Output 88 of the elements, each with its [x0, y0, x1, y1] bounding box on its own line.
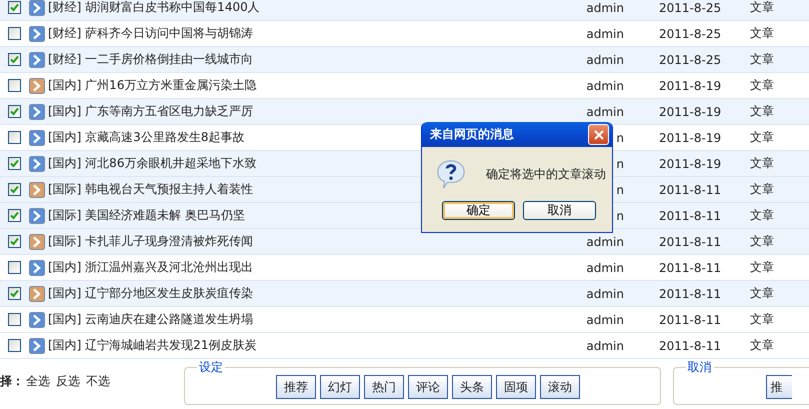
dialog-button[interactable]: 确定 [442, 201, 515, 220]
type-text: 文章 [750, 337, 774, 354]
action-button[interactable]: 推 [766, 375, 792, 399]
action-button[interactable]: 滚动 [540, 375, 580, 399]
checkbox[interactable] [8, 53, 21, 66]
author-text: admin [586, 338, 624, 352]
date-text: 2011-8-11 [659, 260, 722, 274]
checkbox[interactable] [8, 79, 21, 92]
article-title[interactable]: [国内] 云南迪庆在建公路隧道发生坍塌 [48, 311, 582, 328]
action-button[interactable]: 固项 [496, 375, 536, 399]
selection-label: 择： [0, 373, 24, 390]
checkbox[interactable] [8, 235, 21, 248]
selection-link[interactable]: 不选 [86, 373, 110, 390]
type-text: 文章 [750, 155, 774, 172]
date-text: 2011-8-19 [659, 156, 722, 170]
checkbox[interactable] [8, 313, 21, 326]
type-text: 文章 [750, 0, 774, 16]
article-title[interactable]: [国内] 辽宁海城岫岩共发现21例皮肤炭 [48, 337, 582, 354]
author-text: admin [586, 0, 624, 14]
type-text: 文章 [750, 285, 774, 302]
author-text: admin [586, 234, 624, 248]
arrow-icon [29, 0, 45, 16]
action-button[interactable]: 评论 [408, 375, 448, 399]
article-title[interactable]: [国际] 卡扎菲儿子现身澄清被炸死传闻 [48, 233, 582, 250]
date-text: 2011-8-25 [659, 52, 722, 66]
date-text: 2011-8-19 [659, 104, 722, 118]
author-text: admin [586, 286, 624, 300]
checkbox[interactable] [8, 183, 21, 196]
author-text: n [616, 208, 624, 222]
group-legend: 取消 [686, 359, 714, 375]
selection-link[interactable]: 全选 [26, 373, 50, 390]
checkbox[interactable] [8, 105, 21, 118]
action-button[interactable]: 幻灯 [320, 375, 360, 399]
date-text: 2011-8-11 [659, 182, 722, 196]
date-text: 2011-8-19 [659, 78, 722, 92]
dialog-title: 来自网页的消息 [430, 126, 514, 143]
author-text: n [616, 156, 624, 170]
type-text: 文章 [750, 129, 774, 146]
type-text: 文章 [750, 233, 774, 250]
date-text: 2011-8-11 [659, 286, 722, 300]
type-text: 文章 [750, 25, 774, 42]
close-icon [594, 130, 604, 140]
type-text: 文章 [750, 77, 774, 94]
article-title[interactable]: [财经] 萨科齐今日访问中国将与胡锦涛 [48, 25, 582, 42]
dialog-message: 确定将选中的文章滚动 [486, 166, 606, 182]
author-text: admin [586, 260, 624, 274]
date-text: 2011-8-25 [659, 0, 722, 14]
checkbox[interactable] [8, 157, 21, 170]
checkbox[interactable] [8, 339, 21, 352]
date-text: 2011-8-11 [659, 208, 722, 222]
author-text: admin [586, 78, 624, 92]
author-text: admin [586, 104, 624, 118]
selection-link[interactable]: 反选 [56, 373, 80, 390]
question-icon [436, 159, 466, 189]
checkbox[interactable] [8, 1, 21, 14]
checkbox[interactable] [8, 27, 21, 40]
article-title[interactable]: [国内] 浙江温州嘉兴及河北沧州出现出 [48, 259, 582, 276]
date-text: 2011-8-11 [659, 338, 722, 352]
checkbox[interactable] [8, 209, 21, 222]
checkbox[interactable] [8, 287, 21, 300]
action-button[interactable]: 头条 [452, 375, 492, 399]
type-text: 文章 [750, 311, 774, 328]
action-button[interactable]: 推荐 [276, 375, 316, 399]
type-text: 文章 [750, 51, 774, 68]
checkbox[interactable] [8, 131, 21, 144]
group-legend: 设定 [197, 359, 226, 375]
date-text: 2011-8-11 [659, 312, 722, 326]
author-text: admin [586, 26, 624, 40]
date-text: 2011-8-25 [659, 26, 722, 40]
author-text: admin [586, 312, 624, 326]
type-text: 文章 [750, 103, 774, 120]
close-button[interactable] [588, 124, 609, 145]
author-text: n [616, 130, 624, 144]
article-title[interactable]: [国内] 广东等南方五省区电力缺乏严厉 [48, 103, 582, 120]
author-text: n [616, 182, 624, 196]
dialog-button[interactable]: 取消 [523, 201, 596, 220]
article-title[interactable]: [财经] 胡润财富白皮书称中国每1400人 [48, 0, 582, 16]
checkbox[interactable] [8, 261, 21, 274]
article-title[interactable]: [财经] 一二手房价格倒挂由一线城市向 [48, 51, 582, 68]
action-button[interactable]: 热门 [364, 375, 404, 399]
author-text: admin [586, 52, 624, 66]
date-text: 2011-8-11 [659, 234, 722, 248]
type-text: 文章 [750, 207, 774, 224]
type-text: 文章 [750, 259, 774, 276]
date-text: 2011-8-19 [659, 130, 722, 144]
article-title[interactable]: [国内] 广州16万立方米重金属污染土隐 [48, 77, 582, 94]
type-text: 文章 [750, 181, 774, 198]
article-title[interactable]: [国内] 辽宁部分地区发生皮肤炭疽传染 [48, 285, 582, 302]
